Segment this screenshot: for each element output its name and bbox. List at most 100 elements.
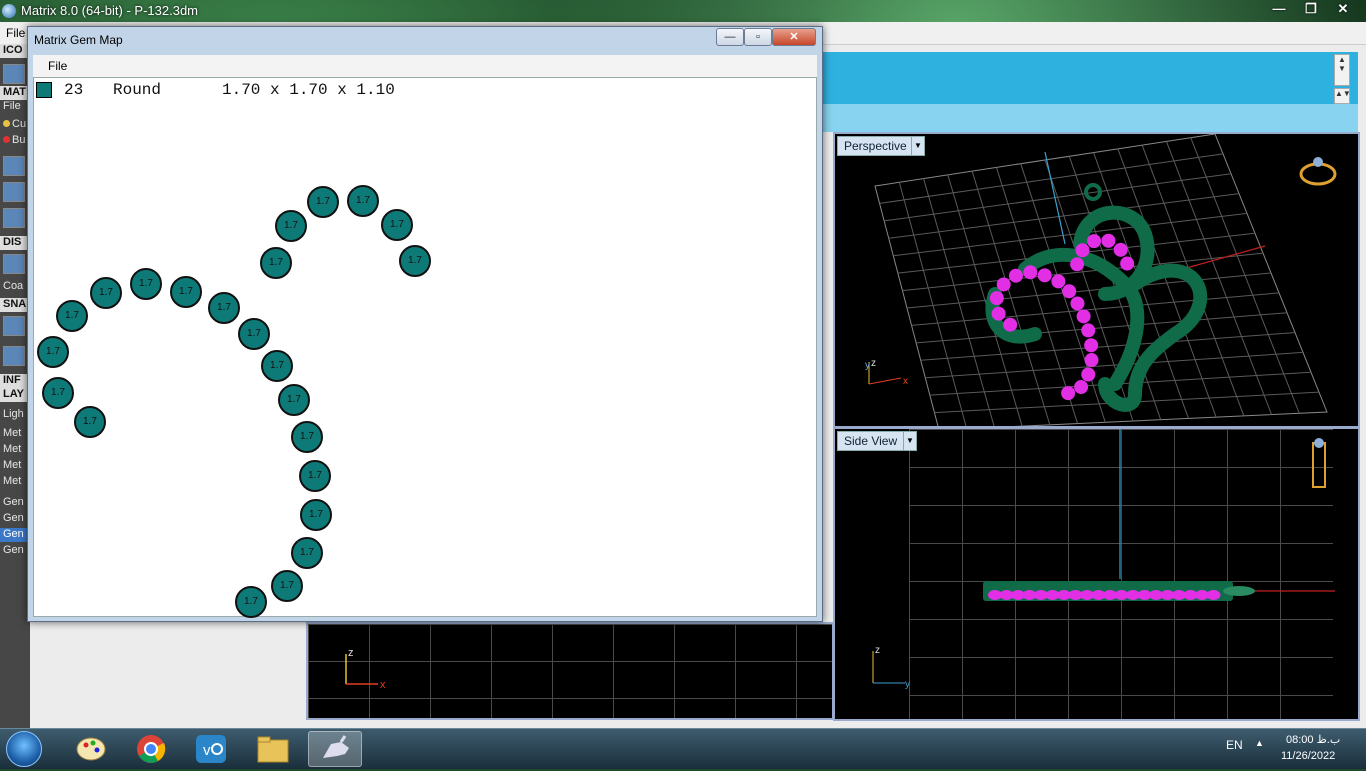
command-bar-secondary[interactable]: ▲▼: [822, 88, 1358, 104]
chrome-icon[interactable]: [124, 731, 178, 767]
maximize-button[interactable]: ❐: [1298, 0, 1324, 18]
svg-text:z: z: [875, 645, 880, 656]
gem-count: 23: [64, 81, 84, 99]
gem-map-menu-file[interactable]: File: [48, 59, 67, 73]
clock-time[interactable]: 08:00 ب.ظ: [1286, 733, 1340, 746]
clock-date[interactable]: 11/26/2022: [1281, 750, 1335, 762]
gem-map-window: Matrix Gem Map — ▫ ✕ File 23 Round 1.70 …: [27, 26, 823, 622]
ring-view-icon[interactable]: [1299, 157, 1337, 186]
gem-circle[interactable]: 1.7: [291, 421, 323, 453]
dialog-close-button[interactable]: ✕: [772, 28, 816, 46]
gem-circle[interactable]: 1.7: [271, 570, 303, 602]
grid-tool-icon[interactable]: [3, 254, 25, 274]
layer-item[interactable]: Ligh: [0, 408, 30, 422]
gem-circle[interactable]: 1.7: [37, 336, 69, 368]
gem-circle[interactable]: 1.7: [238, 318, 270, 350]
rhino-matrix-icon[interactable]: [308, 731, 362, 767]
panel-header-snap[interactable]: SNA: [0, 298, 30, 312]
layer-item[interactable]: Gen: [0, 496, 30, 510]
gem-circle[interactable]: 1.7: [347, 185, 379, 217]
dialog-maximize-button[interactable]: ▫: [744, 28, 772, 46]
command-bar[interactable]: ▲ ▼: [822, 52, 1358, 89]
file-explorer-icon[interactable]: [246, 731, 300, 767]
tool-icon[interactable]: [3, 156, 25, 176]
left-tool-panel: ICO MAT File Cu Bu DIS Coa SNA INF LAY L…: [0, 44, 30, 728]
gem-circle[interactable]: 1.7: [90, 277, 122, 309]
gem-circle[interactable]: 1.7: [291, 537, 323, 569]
gem-circle[interactable]: 1.7: [381, 209, 413, 241]
layer-item-selected[interactable]: Gen: [0, 528, 30, 542]
side-scene: z y: [872, 429, 1335, 690]
panel-header-display[interactable]: DIS: [0, 236, 30, 250]
gem-circle[interactable]: 1.7: [208, 292, 240, 324]
panel-header-layers[interactable]: LAY: [0, 388, 30, 402]
menu-file[interactable]: File: [6, 26, 25, 40]
gem-map-canvas: 23 Round 1.70 x 1.70 x 1.10 1.7 1.7 1.7 1.7…: [33, 77, 817, 618]
gem-circle[interactable]: 1.7: [261, 350, 293, 382]
svg-text:x: x: [903, 376, 908, 387]
gem-circle[interactable]: 1.7: [130, 268, 162, 300]
svg-text:y: y: [905, 679, 910, 690]
main-title-bar: Matrix 8.0 (64-bit) - P-132.3dm — ❐ ✕: [0, 0, 1366, 22]
perspective-dropdown-icon[interactable]: ▼: [911, 136, 925, 156]
layer-item[interactable]: Met: [0, 427, 30, 441]
svg-text:z: z: [348, 647, 354, 659]
language-indicator[interactable]: EN: [1226, 738, 1243, 752]
gem-circle[interactable]: 1.7: [399, 245, 431, 277]
gem-shape: Round: [113, 81, 162, 99]
gem-circle[interactable]: 1.7: [74, 406, 106, 438]
side-viewport[interactable]: z y Side View ▼: [833, 427, 1360, 721]
layer-item[interactable]: Gen: [0, 544, 30, 558]
tool-icon[interactable]: [3, 182, 25, 202]
panel-header-icons[interactable]: ICO: [0, 44, 30, 58]
side-view-dropdown-icon[interactable]: ▼: [903, 431, 917, 451]
tool-icon[interactable]: [3, 64, 25, 84]
close-button[interactable]: ✕: [1330, 0, 1356, 18]
panel-file[interactable]: File: [0, 100, 30, 114]
svg-text:y: y: [865, 360, 870, 371]
gem-circle[interactable]: 1.7: [299, 460, 331, 492]
gem-circle[interactable]: 1.7: [278, 384, 310, 416]
gem-circle[interactable]: 1.7: [170, 276, 202, 308]
panel-item-bu[interactable]: Bu: [0, 134, 30, 148]
gem-map-menu-bar: File: [33, 55, 817, 78]
side-view-label[interactable]: Side View: [837, 431, 905, 451]
gem-circle[interactable]: 1.7: [260, 247, 292, 279]
tray-expand-icon[interactable]: ▲: [1255, 738, 1264, 748]
matrix-app-icon: [2, 4, 16, 18]
perspective-scene: z x y: [865, 134, 1337, 426]
scroll-arrows[interactable]: ▲▼: [1334, 88, 1351, 104]
gem-color-swatch[interactable]: [36, 82, 52, 98]
top-viewport[interactable]: z x: [306, 622, 834, 720]
minimize-button[interactable]: —: [1266, 0, 1292, 18]
yellow-dot-icon: [3, 120, 10, 127]
scroll-arrows[interactable]: ▲▼: [1334, 54, 1350, 86]
side-ring-icon[interactable]: [1312, 438, 1326, 488]
panel-item-coa[interactable]: Coa: [0, 280, 30, 294]
panel-header-info[interactable]: INF: [0, 374, 30, 388]
vray-icon[interactable]: v: [184, 731, 238, 767]
layer-item[interactable]: Met: [0, 475, 30, 489]
layer-item[interactable]: Gen: [0, 512, 30, 526]
gem-circle[interactable]: 1.7: [275, 210, 307, 242]
svg-text:x: x: [380, 679, 386, 691]
gem-circle[interactable]: 1.7: [307, 186, 339, 218]
tool-icon[interactable]: [3, 208, 25, 228]
snap-icon[interactable]: [3, 346, 25, 366]
gem-map-title: Matrix Gem Map: [34, 33, 123, 47]
panel-item-cu[interactable]: Cu: [0, 118, 30, 132]
dialog-minimize-button[interactable]: —: [716, 28, 744, 46]
info-strip: [822, 104, 1358, 132]
paint-app-icon[interactable]: [64, 731, 118, 767]
snap-icon[interactable]: [3, 316, 25, 336]
layer-item[interactable]: Met: [0, 443, 30, 457]
gem-circle[interactable]: 1.7: [56, 300, 88, 332]
layer-item[interactable]: Met: [0, 459, 30, 473]
gem-circle[interactable]: 1.7: [300, 499, 332, 531]
perspective-label[interactable]: Perspective: [837, 136, 914, 156]
gem-circle[interactable]: 1.7: [235, 586, 267, 618]
start-button[interactable]: [6, 731, 42, 767]
gem-circle[interactable]: 1.7: [42, 377, 74, 409]
perspective-viewport[interactable]: z x y Perspective ▼: [833, 132, 1360, 428]
panel-header-matrix[interactable]: MAT: [0, 86, 30, 100]
